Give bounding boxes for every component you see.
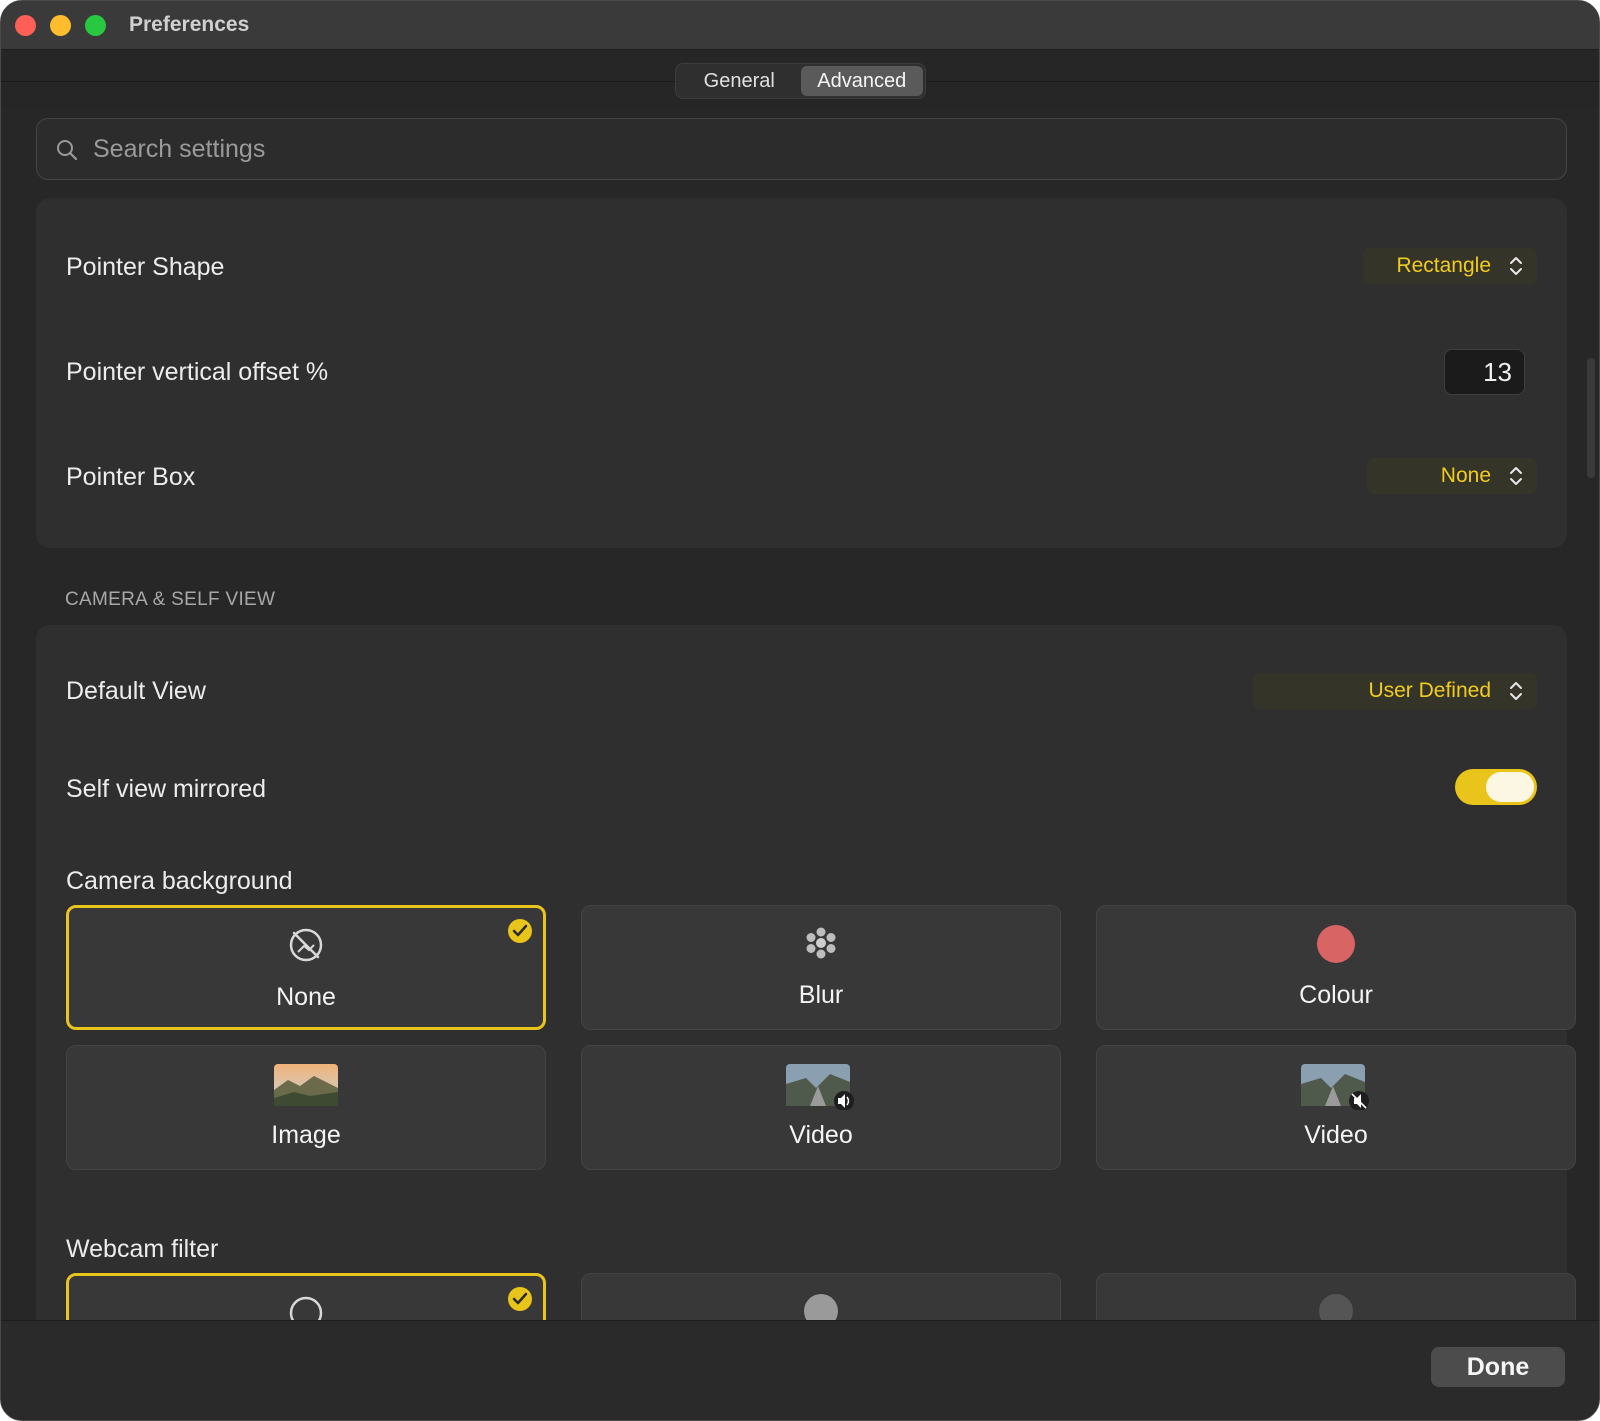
- close-window-button[interactable]: [15, 15, 36, 36]
- camera-settings-group: Default View User Defined Self view mirr…: [36, 625, 1576, 1320]
- pointer-shape-label: Pointer Shape: [66, 253, 225, 281]
- webcam-filter-option-none[interactable]: [66, 1273, 546, 1320]
- pointer-settings-group: Pointer Shape Rectangle Pointer vertical…: [36, 198, 1567, 548]
- background-option-video-muted[interactable]: Video: [1096, 1045, 1576, 1170]
- window-title: Preferences: [129, 13, 250, 36]
- preferences-tabs: General Advanced: [675, 63, 926, 99]
- pointer-box-popup[interactable]: None: [1367, 458, 1537, 494]
- background-option-label: Image: [271, 1121, 341, 1149]
- settings-content: Pointer Shape Rectangle Pointer vertical…: [1, 108, 1599, 1320]
- background-option-label: Video: [1304, 1121, 1368, 1149]
- checkmark-icon: [508, 919, 532, 943]
- background-option-image[interactable]: Image: [66, 1045, 546, 1170]
- camera-background-label: Camera background: [66, 867, 293, 895]
- blur-icon: [806, 927, 836, 959]
- self-view-mirrored-toggle[interactable]: [1455, 769, 1537, 805]
- filter-preview-icon: [1319, 1294, 1353, 1320]
- pointer-box-value: None: [1440, 464, 1491, 487]
- preferences-window: Preferences General Advanced Pointer Sha…: [0, 0, 1600, 1421]
- video-muted-icon: [1301, 1064, 1369, 1110]
- up-down-chevron-icon: [1510, 467, 1522, 485]
- webcam-filter-option[interactable]: [1096, 1273, 1576, 1320]
- webcam-filter-option[interactable]: [581, 1273, 1061, 1320]
- filter-preview-icon: [804, 1294, 838, 1320]
- default-view-value: User Defined: [1368, 679, 1491, 702]
- background-option-blur[interactable]: Blur: [581, 905, 1061, 1030]
- search-icon: [57, 140, 78, 161]
- webcam-filter-label: Webcam filter: [66, 1235, 219, 1263]
- camera-section-header: CAMERA & SELF VIEW: [65, 589, 276, 610]
- footer-bar: Done: [1, 1320, 1599, 1420]
- search-box: [36, 118, 1567, 180]
- pointer-offset-label: Pointer vertical offset %: [66, 358, 329, 386]
- pointer-shape-value: Rectangle: [1396, 254, 1491, 277]
- background-option-label: Blur: [798, 981, 844, 1009]
- self-view-mirrored-label: Self view mirrored: [66, 775, 267, 803]
- done-button[interactable]: Done: [1431, 1347, 1565, 1387]
- no-filter-icon: [289, 1296, 323, 1320]
- background-option-colour[interactable]: Colour: [1096, 905, 1576, 1030]
- scrollbar-thumb[interactable]: [1587, 358, 1595, 478]
- up-down-chevron-icon: [1510, 257, 1522, 275]
- title-bar: Preferences: [1, 1, 1599, 50]
- minimize-window-button[interactable]: [50, 15, 71, 36]
- landscape-image-icon: [274, 1064, 338, 1106]
- colour-swatch-icon: [1317, 925, 1355, 963]
- no-background-icon: [289, 928, 323, 962]
- pointer-shape-popup[interactable]: Rectangle: [1363, 248, 1537, 284]
- tab-advanced[interactable]: Advanced: [800, 66, 923, 96]
- background-option-video-sound[interactable]: Video: [581, 1045, 1061, 1170]
- pointer-offset-field[interactable]: 13: [1444, 349, 1525, 395]
- background-option-label: Video: [789, 1121, 853, 1149]
- background-option-label: None: [276, 983, 336, 1011]
- up-down-chevron-icon: [1510, 682, 1522, 700]
- zoom-window-button[interactable]: [85, 15, 106, 36]
- checkmark-icon: [508, 1287, 532, 1311]
- search-input[interactable]: [93, 119, 1543, 179]
- video-sound-icon: [786, 1064, 854, 1110]
- background-option-label: Colour: [1299, 981, 1373, 1009]
- pointer-box-label: Pointer Box: [66, 463, 196, 491]
- default-view-label: Default View: [66, 677, 206, 705]
- background-option-none[interactable]: None: [66, 905, 546, 1030]
- default-view-popup[interactable]: User Defined: [1253, 673, 1537, 709]
- toggle-knob: [1486, 772, 1534, 802]
- tab-general[interactable]: General: [678, 66, 801, 96]
